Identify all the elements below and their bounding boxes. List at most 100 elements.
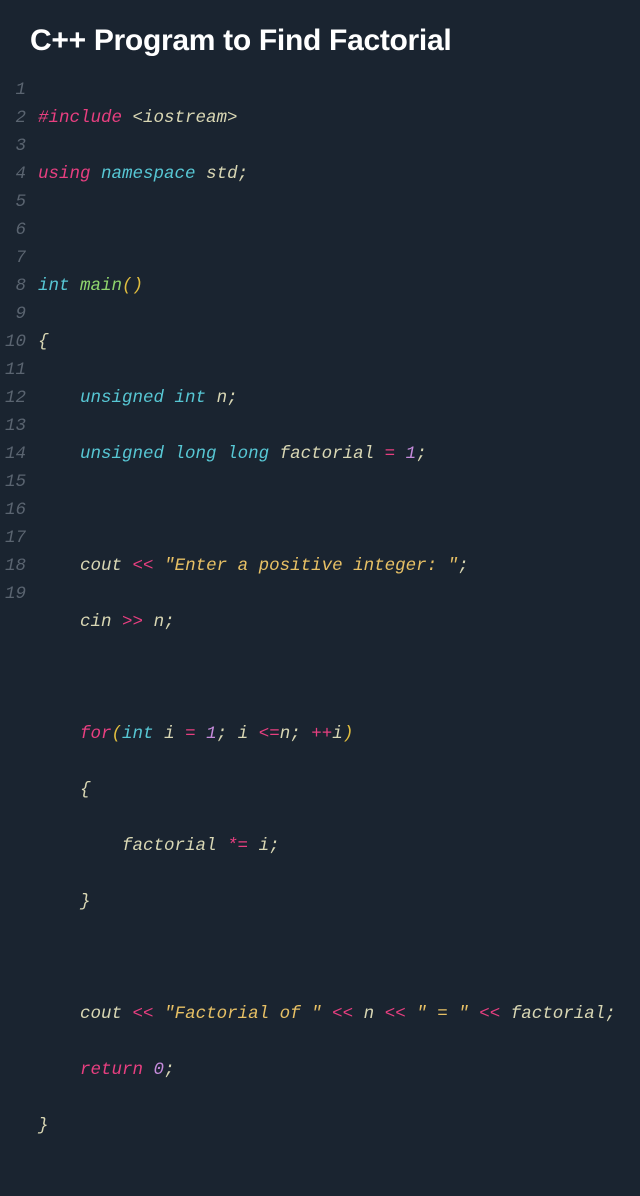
- tok-op: =: [385, 444, 396, 464]
- code-line: [38, 216, 616, 244]
- tok-paren: (: [112, 724, 123, 744]
- tok-op: <<: [385, 1004, 406, 1024]
- code-line: for(int i = 1; i <=n; ++i): [38, 720, 616, 748]
- tok-punc: ;: [290, 724, 301, 744]
- code-line: int main(): [38, 272, 616, 300]
- code-block: 1 2 3 4 5 6 7 8 9 10 11 12 13 14 15 16 1…: [0, 76, 640, 1196]
- tok-ident: std: [206, 164, 238, 184]
- line-number: 17: [0, 524, 26, 552]
- tok-ident: cin: [80, 612, 112, 632]
- code-line: factorial *= i;: [38, 832, 616, 860]
- code-line: {: [38, 328, 616, 356]
- line-number: 9: [0, 300, 26, 328]
- line-number: 8: [0, 272, 26, 300]
- tok-paren: ): [343, 724, 354, 744]
- tok-op: <<: [133, 556, 154, 576]
- code-line: unsigned long long factorial = 1;: [38, 440, 616, 468]
- line-number: 15: [0, 468, 26, 496]
- tok-ident: i: [259, 836, 270, 856]
- tok-keyword: for: [80, 724, 112, 744]
- code-line: {: [38, 776, 616, 804]
- code-line: cout << "Enter a positive integer: ";: [38, 552, 616, 580]
- code-line: #include <iostream>: [38, 104, 616, 132]
- code-line: using namespace std;: [38, 160, 616, 188]
- tok-ident: factorial: [511, 1004, 606, 1024]
- code-line: [38, 664, 616, 692]
- tok-op: *=: [227, 836, 248, 856]
- code-line: cin >> n;: [38, 608, 616, 636]
- tok-brace: }: [38, 1116, 49, 1136]
- line-number: 19: [0, 580, 26, 608]
- tok-ident: n: [364, 1004, 375, 1024]
- tok-ident: factorial: [280, 444, 375, 464]
- tok-ident: cout: [80, 1004, 122, 1024]
- tok-ident: n: [280, 724, 291, 744]
- code-content: #include <iostream> using namespace std;…: [38, 76, 616, 1196]
- tok-op: ++: [311, 724, 332, 744]
- tok-ident: n: [154, 612, 165, 632]
- tok-ident: n: [217, 388, 228, 408]
- line-number: 7: [0, 244, 26, 272]
- line-number: 13: [0, 412, 26, 440]
- line-number: 10: [0, 328, 26, 356]
- code-line: return 0;: [38, 1056, 616, 1084]
- tok-ident: i: [332, 724, 343, 744]
- line-number: 6: [0, 216, 26, 244]
- tok-ident: factorial: [122, 836, 217, 856]
- tok-op: =: [185, 724, 196, 744]
- code-line: unsigned int n;: [38, 384, 616, 412]
- tok-punc: ;: [458, 556, 469, 576]
- code-line: }: [38, 888, 616, 916]
- tok-number: 0: [154, 1060, 165, 1080]
- tok-brace: }: [80, 892, 91, 912]
- tok-include-target: <iostream>: [133, 108, 238, 128]
- tok-func: main: [80, 276, 122, 296]
- tok-op: <=: [259, 724, 280, 744]
- tok-op: <<: [133, 1004, 154, 1024]
- line-number: 1: [0, 76, 26, 104]
- line-number: 11: [0, 356, 26, 384]
- tok-type: int: [175, 388, 207, 408]
- tok-number: 1: [206, 724, 217, 744]
- tok-preprocessor: #include: [38, 108, 122, 128]
- line-number: 12: [0, 384, 26, 412]
- line-number: 2: [0, 104, 26, 132]
- line-number: 16: [0, 496, 26, 524]
- tok-punc: ;: [164, 612, 175, 632]
- code-line: [38, 944, 616, 972]
- tok-ident: cout: [80, 556, 122, 576]
- tok-string: "Enter a positive integer: ": [164, 556, 458, 576]
- tok-type: long: [227, 444, 269, 464]
- code-line: cout << "Factorial of " << n << " = " <<…: [38, 1000, 616, 1028]
- tok-type: unsigned: [80, 444, 164, 464]
- tok-op: <<: [332, 1004, 353, 1024]
- tok-type: long: [175, 444, 217, 464]
- code-line: [38, 496, 616, 524]
- tok-brace: {: [80, 780, 91, 800]
- tok-type: unsigned: [80, 388, 164, 408]
- tok-punc: ;: [605, 1004, 616, 1024]
- tok-ident: i: [238, 724, 249, 744]
- line-number: 4: [0, 160, 26, 188]
- tok-punc: ;: [227, 388, 238, 408]
- line-number-gutter: 1 2 3 4 5 6 7 8 9 10 11 12 13 14 15 16 1…: [0, 76, 38, 1196]
- tok-ident: i: [164, 724, 175, 744]
- tok-op: >>: [122, 612, 143, 632]
- tok-paren: (): [122, 276, 143, 296]
- tok-keyword: using: [38, 164, 91, 184]
- tok-type: int: [38, 276, 70, 296]
- line-number: 3: [0, 132, 26, 160]
- tok-punc: ;: [238, 164, 249, 184]
- page-title: C++ Program to Find Factorial: [0, 0, 640, 76]
- line-number: 14: [0, 440, 26, 468]
- line-number: 18: [0, 552, 26, 580]
- line-number: 5: [0, 188, 26, 216]
- tok-punc: ;: [269, 836, 280, 856]
- tok-punc: ;: [217, 724, 228, 744]
- tok-number: 1: [406, 444, 417, 464]
- code-line: }: [38, 1112, 616, 1140]
- tok-keyword: return: [80, 1060, 143, 1080]
- tok-string: "Factorial of ": [164, 1004, 322, 1024]
- tok-brace: {: [38, 332, 49, 352]
- tok-type: int: [122, 724, 154, 744]
